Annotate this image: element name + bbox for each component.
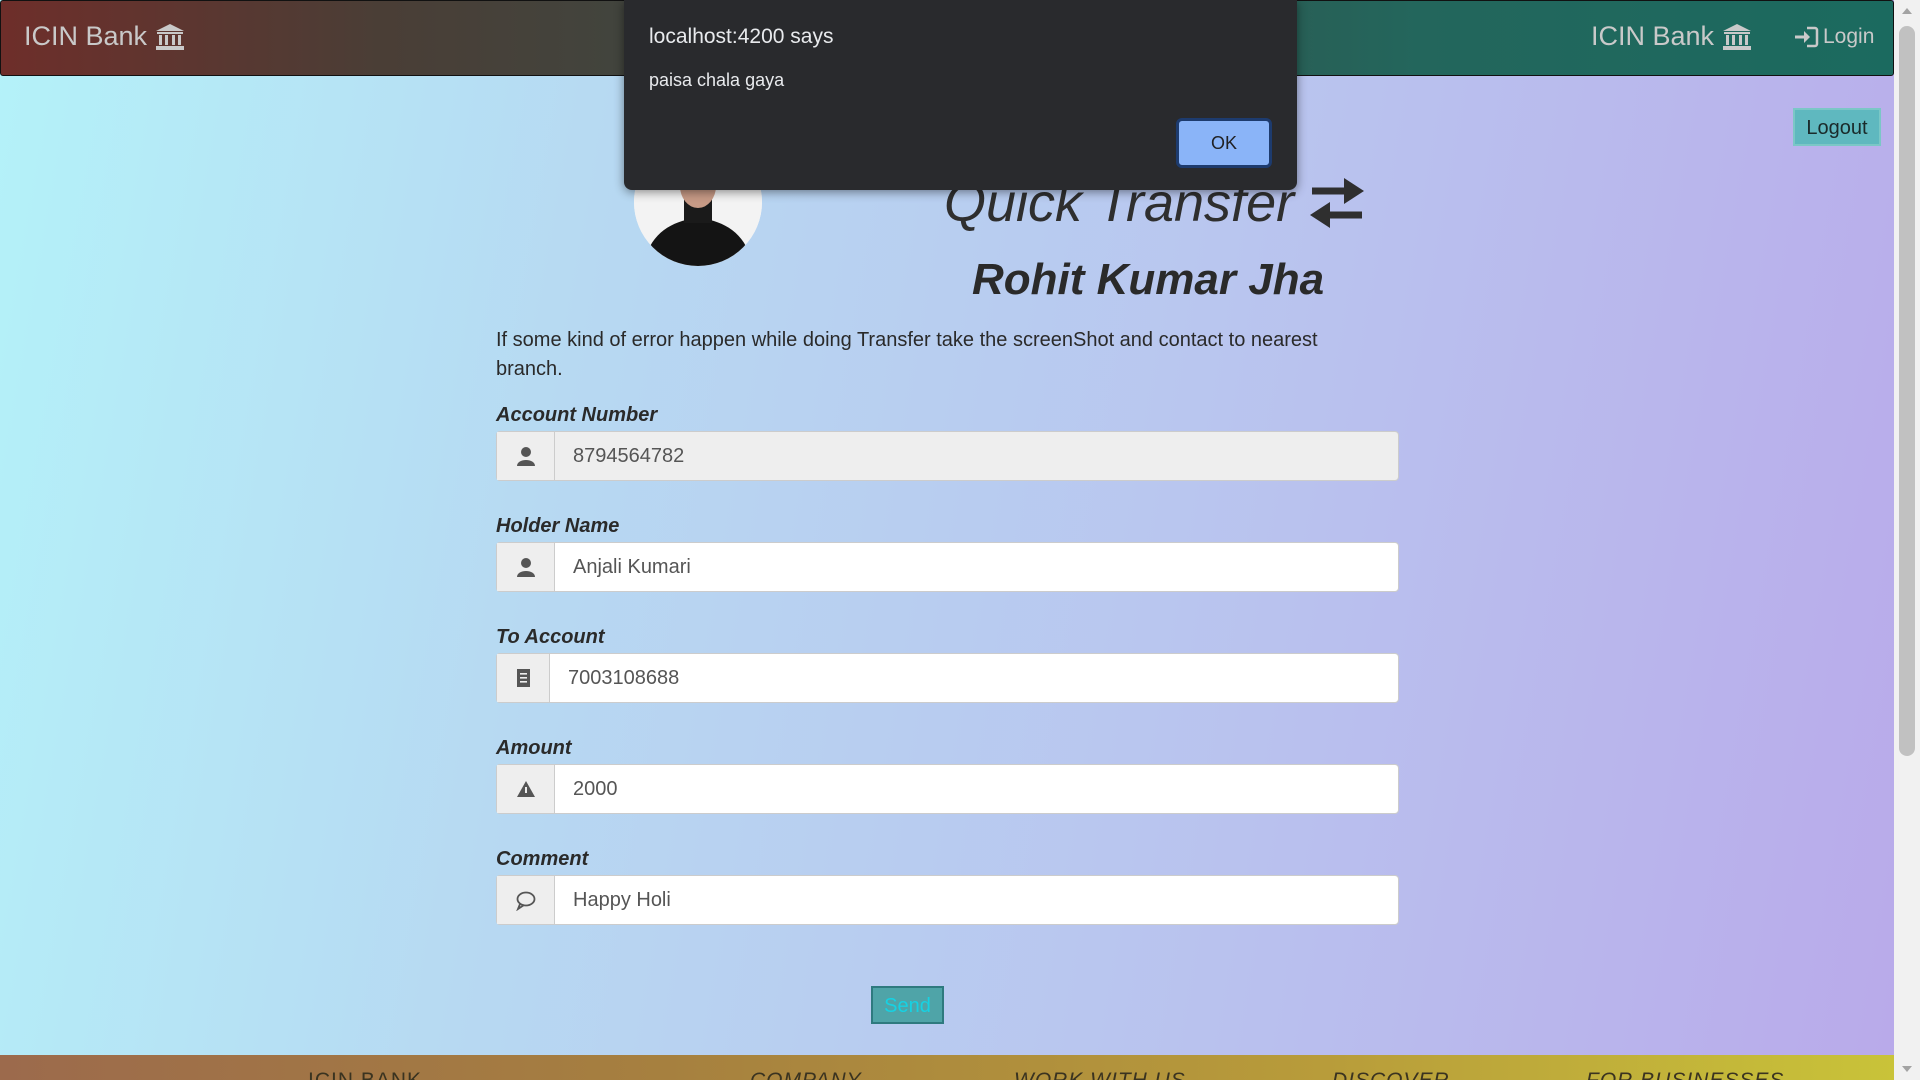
- logout-button[interactable]: Logout: [1793, 108, 1881, 146]
- login-link[interactable]: Login: [1793, 25, 1874, 49]
- footer-column-work-with-us[interactable]: WORK WITH US: [1014, 1069, 1186, 1080]
- footer-column-company[interactable]: COMPANY: [750, 1069, 862, 1080]
- footer-column-discover[interactable]: DISCOVER: [1332, 1069, 1450, 1080]
- to-account-input[interactable]: [550, 654, 1398, 702]
- account-number-input[interactable]: [555, 432, 1398, 480]
- brand-right-label: ICIN Bank: [1591, 21, 1715, 51]
- comment-icon: [497, 876, 555, 924]
- footer: ICIN BANK COMPANY WORK WITH US DISCOVER …: [0, 1055, 1894, 1080]
- error-notice: If some kind of error happen while doing…: [496, 329, 1318, 380]
- alert-dialog: localhost:4200 says paisa chala gaya OK: [624, 0, 1297, 190]
- bank-icon: [1723, 23, 1752, 50]
- dialog-title: localhost:4200 says: [649, 25, 834, 48]
- amount-input[interactable]: [555, 765, 1398, 813]
- holder-name-input[interactable]: [555, 543, 1398, 591]
- brand-left-label: ICIN Bank: [24, 21, 148, 51]
- vertical-scrollbar[interactable]: [1894, 0, 1920, 1080]
- bank-icon: [156, 23, 185, 50]
- dialog-message: paisa chala gaya: [649, 70, 785, 90]
- user-icon: [497, 543, 555, 591]
- send-button[interactable]: Send: [871, 986, 944, 1024]
- dialog-ok-button[interactable]: OK: [1176, 118, 1272, 168]
- comment-group: [496, 875, 1399, 925]
- account-number-group: [496, 431, 1399, 481]
- user-icon: [497, 432, 555, 480]
- scroll-thumb[interactable]: [1899, 26, 1915, 756]
- to-account-group: [496, 653, 1399, 703]
- scroll-up-arrow[interactable]: [1902, 8, 1912, 14]
- account-number-label: Account Number: [496, 404, 658, 426]
- log-in-icon: [1795, 26, 1819, 48]
- transfer-arrows-icon: [1310, 178, 1365, 228]
- amount-group: [496, 764, 1399, 814]
- holder-name-label: Holder Name: [496, 515, 620, 537]
- list-alt-icon: [497, 654, 550, 702]
- triangle-icon: [497, 765, 555, 813]
- comment-label: Comment: [496, 848, 589, 870]
- amount-label: Amount: [496, 737, 572, 759]
- footer-column-icin-bank[interactable]: ICIN BANK: [308, 1069, 422, 1080]
- holder-name-group: [496, 542, 1399, 592]
- comment-input[interactable]: [555, 876, 1398, 924]
- brand-left[interactable]: ICIN Bank: [24, 21, 185, 52]
- to-account-label: To Account: [496, 626, 605, 648]
- brand-right[interactable]: ICIN Bank: [1591, 21, 1752, 52]
- footer-column-for-businesses[interactable]: FOR BUSINESSES: [1586, 1069, 1784, 1080]
- login-label: Login: [1823, 25, 1875, 48]
- account-holder-name: Rohit Kumar Jha: [972, 255, 1325, 304]
- scroll-down-arrow[interactable]: [1902, 1066, 1912, 1072]
